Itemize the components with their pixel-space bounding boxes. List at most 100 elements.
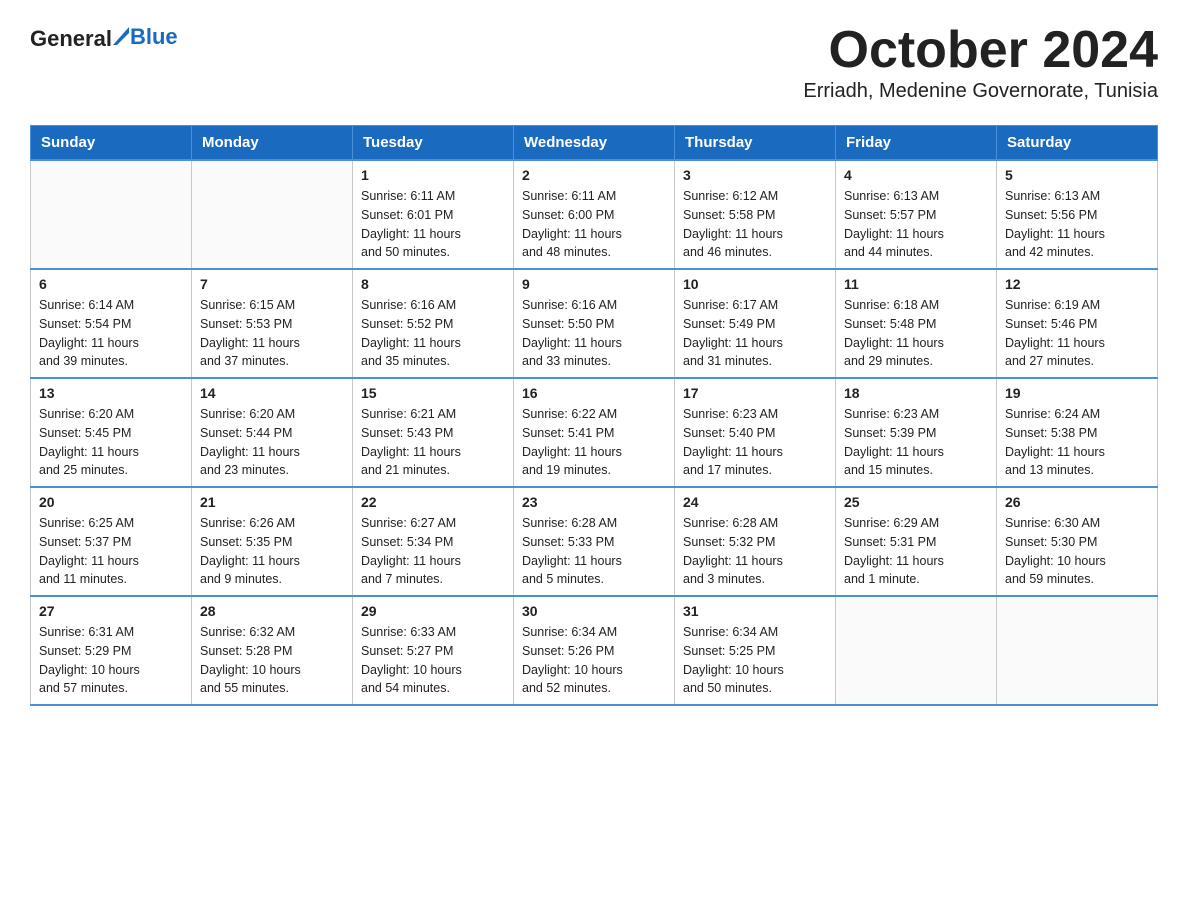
calendar-cell: 3Sunrise: 6:12 AMSunset: 5:58 PMDaylight… [675, 160, 836, 269]
day-info: Sunrise: 6:23 AMSunset: 5:39 PMDaylight:… [844, 405, 988, 480]
calendar-cell: 22 Sunrise: 6:27 AMSunset: 5:34 PMDayligh… [353, 487, 514, 596]
day-number: 4 [844, 167, 988, 183]
calendar-cell: 13 Sunrise: 6:20 AMSunset: 5:45 PMDayligh… [31, 378, 192, 487]
title-block: October 2024 Erriadh, Medenine Governora… [803, 20, 1158, 115]
day-info: Sunrise: 6:16 AMSunset: 5:50 PMDaylight:… [522, 296, 666, 371]
day-info: Sunrise: 6:31 AMSunset: 5:29 PMDaylight:… [39, 623, 183, 698]
day-info: Sunrise: 6:15 AMSunset: 5:53 PMDaylight:… [200, 296, 344, 371]
day-number: 18 [844, 385, 988, 401]
day-info: Sunrise: 6:13 AMSunset: 5:57 PMDaylight:… [844, 187, 988, 262]
day-info: Sunrise: 6:17 AMSunset: 5:49 PMDaylight:… [683, 296, 827, 371]
calendar-cell: 12 Sunrise: 6:19 AMSunset: 5:46 PMDayligh… [997, 269, 1158, 378]
calendar-week-row: 20Sunrise: 6:25 AMSunset: 5:37 PMDayligh… [31, 487, 1158, 596]
calendar-week-row: 13 Sunrise: 6:20 AMSunset: 5:45 PMDayligh… [31, 378, 1158, 487]
day-info: Sunrise: 6:16 AMSunset: 5:52 PMDaylight:… [361, 296, 505, 371]
calendar-cell: 24Sunrise: 6:28 AMSunset: 5:32 PMDayligh… [675, 487, 836, 596]
day-number: 11 [844, 276, 988, 292]
day-number: 28 [200, 603, 344, 619]
day-number: 1 [361, 167, 505, 183]
day-number: 20 [39, 494, 183, 510]
day-number: 25 [844, 494, 988, 510]
day-info: Sunrise: 6:22 AMSunset: 5:41 PMDaylight:… [522, 405, 666, 480]
calendar-cell: 10 Sunrise: 6:17 AMSunset: 5:49 PMDayligh… [675, 269, 836, 378]
calendar-cell: 29 Sunrise: 6:33 AMSunset: 5:27 PMDayligh… [353, 596, 514, 705]
month-year-title: October 2024 [803, 20, 1158, 80]
day-number: 12 [1005, 276, 1149, 292]
day-info: Sunrise: 6:24 AMSunset: 5:38 PMDaylight:… [1005, 405, 1149, 480]
day-number: 9 [522, 276, 666, 292]
calendar-cell: 31Sunrise: 6:34 AMSunset: 5:25 PMDayligh… [675, 596, 836, 705]
location-subtitle: Erriadh, Medenine Governorate, Tunisia [803, 80, 1158, 103]
calendar-cell: 2 Sunrise: 6:11 AMSunset: 6:00 PMDaylight… [514, 160, 675, 269]
day-info: Sunrise: 6:20 AMSunset: 5:44 PMDaylight:… [200, 405, 344, 480]
logo: General Blue [30, 25, 178, 52]
calendar-cell: 7Sunrise: 6:15 AMSunset: 5:53 PMDaylight… [192, 269, 353, 378]
day-info: Sunrise: 6:28 AMSunset: 5:32 PMDaylight:… [683, 514, 827, 589]
day-info: Sunrise: 6:23 AMSunset: 5:40 PMDaylight:… [683, 405, 827, 480]
calendar-cell: 28Sunrise: 6:32 AMSunset: 5:28 PMDayligh… [192, 596, 353, 705]
logo-blue-text: Blue [130, 24, 178, 50]
calendar-cell: 6 Sunrise: 6:14 AMSunset: 5:54 PMDaylight… [31, 269, 192, 378]
logo-triangle-icon [113, 23, 129, 50]
day-info: Sunrise: 6:34 AMSunset: 5:26 PMDaylight:… [522, 623, 666, 698]
day-number: 13 [39, 385, 183, 401]
calendar-cell: 30 Sunrise: 6:34 AMSunset: 5:26 PMDayligh… [514, 596, 675, 705]
day-info: Sunrise: 6:30 AMSunset: 5:30 PMDaylight:… [1005, 514, 1149, 589]
day-number: 29 [361, 603, 505, 619]
day-number: 21 [200, 494, 344, 510]
calendar-cell: 18 Sunrise: 6:23 AMSunset: 5:39 PMDayligh… [836, 378, 997, 487]
day-info: Sunrise: 6:20 AMSunset: 5:45 PMDaylight:… [39, 405, 183, 480]
calendar-cell: 14 Sunrise: 6:20 AMSunset: 5:44 PMDayligh… [192, 378, 353, 487]
calendar-cell: 1 Sunrise: 6:11 AMSunset: 6:01 PMDaylight… [353, 160, 514, 269]
day-number: 14 [200, 385, 344, 401]
day-number: 30 [522, 603, 666, 619]
calendar-cell: 11 Sunrise: 6:18 AMSunset: 5:48 PMDayligh… [836, 269, 997, 378]
page-header: General Blue October 2024 Erriadh, Meden… [30, 20, 1158, 115]
day-number: 6 [39, 276, 183, 292]
day-info: Sunrise: 6:26 AMSunset: 5:35 PMDaylight:… [200, 514, 344, 589]
day-info: Sunrise: 6:11 AMSunset: 6:00 PMDaylight:… [522, 187, 666, 262]
day-number: 22 [361, 494, 505, 510]
day-info: Sunrise: 6:29 AMSunset: 5:31 PMDaylight:… [844, 514, 988, 589]
day-info: Sunrise: 6:11 AMSunset: 6:01 PMDaylight:… [361, 187, 505, 262]
day-info: Sunrise: 6:33 AMSunset: 5:27 PMDaylight:… [361, 623, 505, 698]
calendar-cell: 17 Sunrise: 6:23 AMSunset: 5:40 PMDayligh… [675, 378, 836, 487]
logo-general-text: General [30, 26, 112, 52]
weekday-header-friday: Friday [836, 126, 997, 161]
calendar-cell [997, 596, 1158, 705]
calendar-cell: 4 Sunrise: 6:13 AMSunset: 5:57 PMDaylight… [836, 160, 997, 269]
day-number: 5 [1005, 167, 1149, 183]
calendar-cell: 5Sunrise: 6:13 AMSunset: 5:56 PMDaylight… [997, 160, 1158, 269]
calendar-week-row: 1 Sunrise: 6:11 AMSunset: 6:01 PMDaylight… [31, 160, 1158, 269]
weekday-header-sunday: Sunday [31, 126, 192, 161]
calendar-cell [836, 596, 997, 705]
day-number: 8 [361, 276, 505, 292]
day-number: 16 [522, 385, 666, 401]
calendar-table: SundayMondayTuesdayWednesdayThursdayFrid… [30, 125, 1158, 706]
weekday-header-monday: Monday [192, 126, 353, 161]
calendar-week-row: 27Sunrise: 6:31 AMSunset: 5:29 PMDayligh… [31, 596, 1158, 705]
day-info: Sunrise: 6:19 AMSunset: 5:46 PMDaylight:… [1005, 296, 1149, 371]
calendar-header-row: SundayMondayTuesdayWednesdayThursdayFrid… [31, 126, 1158, 161]
calendar-cell: 21 Sunrise: 6:26 AMSunset: 5:35 PMDayligh… [192, 487, 353, 596]
weekday-header-saturday: Saturday [997, 126, 1158, 161]
calendar-week-row: 6 Sunrise: 6:14 AMSunset: 5:54 PMDaylight… [31, 269, 1158, 378]
calendar-cell: 16 Sunrise: 6:22 AMSunset: 5:41 PMDayligh… [514, 378, 675, 487]
weekday-header-tuesday: Tuesday [353, 126, 514, 161]
day-number: 15 [361, 385, 505, 401]
day-info: Sunrise: 6:21 AMSunset: 5:43 PMDaylight:… [361, 405, 505, 480]
calendar-cell: 8 Sunrise: 6:16 AMSunset: 5:52 PMDaylight… [353, 269, 514, 378]
calendar-cell: 25 Sunrise: 6:29 AMSunset: 5:31 PMDayligh… [836, 487, 997, 596]
day-number: 2 [522, 167, 666, 183]
day-number: 17 [683, 385, 827, 401]
day-info: Sunrise: 6:28 AMSunset: 5:33 PMDaylight:… [522, 514, 666, 589]
day-number: 10 [683, 276, 827, 292]
day-number: 31 [683, 603, 827, 619]
day-info: Sunrise: 6:18 AMSunset: 5:48 PMDaylight:… [844, 296, 988, 371]
day-info: Sunrise: 6:27 AMSunset: 5:34 PMDaylight:… [361, 514, 505, 589]
day-number: 19 [1005, 385, 1149, 401]
day-number: 23 [522, 494, 666, 510]
calendar-cell: 20Sunrise: 6:25 AMSunset: 5:37 PMDayligh… [31, 487, 192, 596]
day-info: Sunrise: 6:14 AMSunset: 5:54 PMDaylight:… [39, 296, 183, 371]
calendar-cell [31, 160, 192, 269]
